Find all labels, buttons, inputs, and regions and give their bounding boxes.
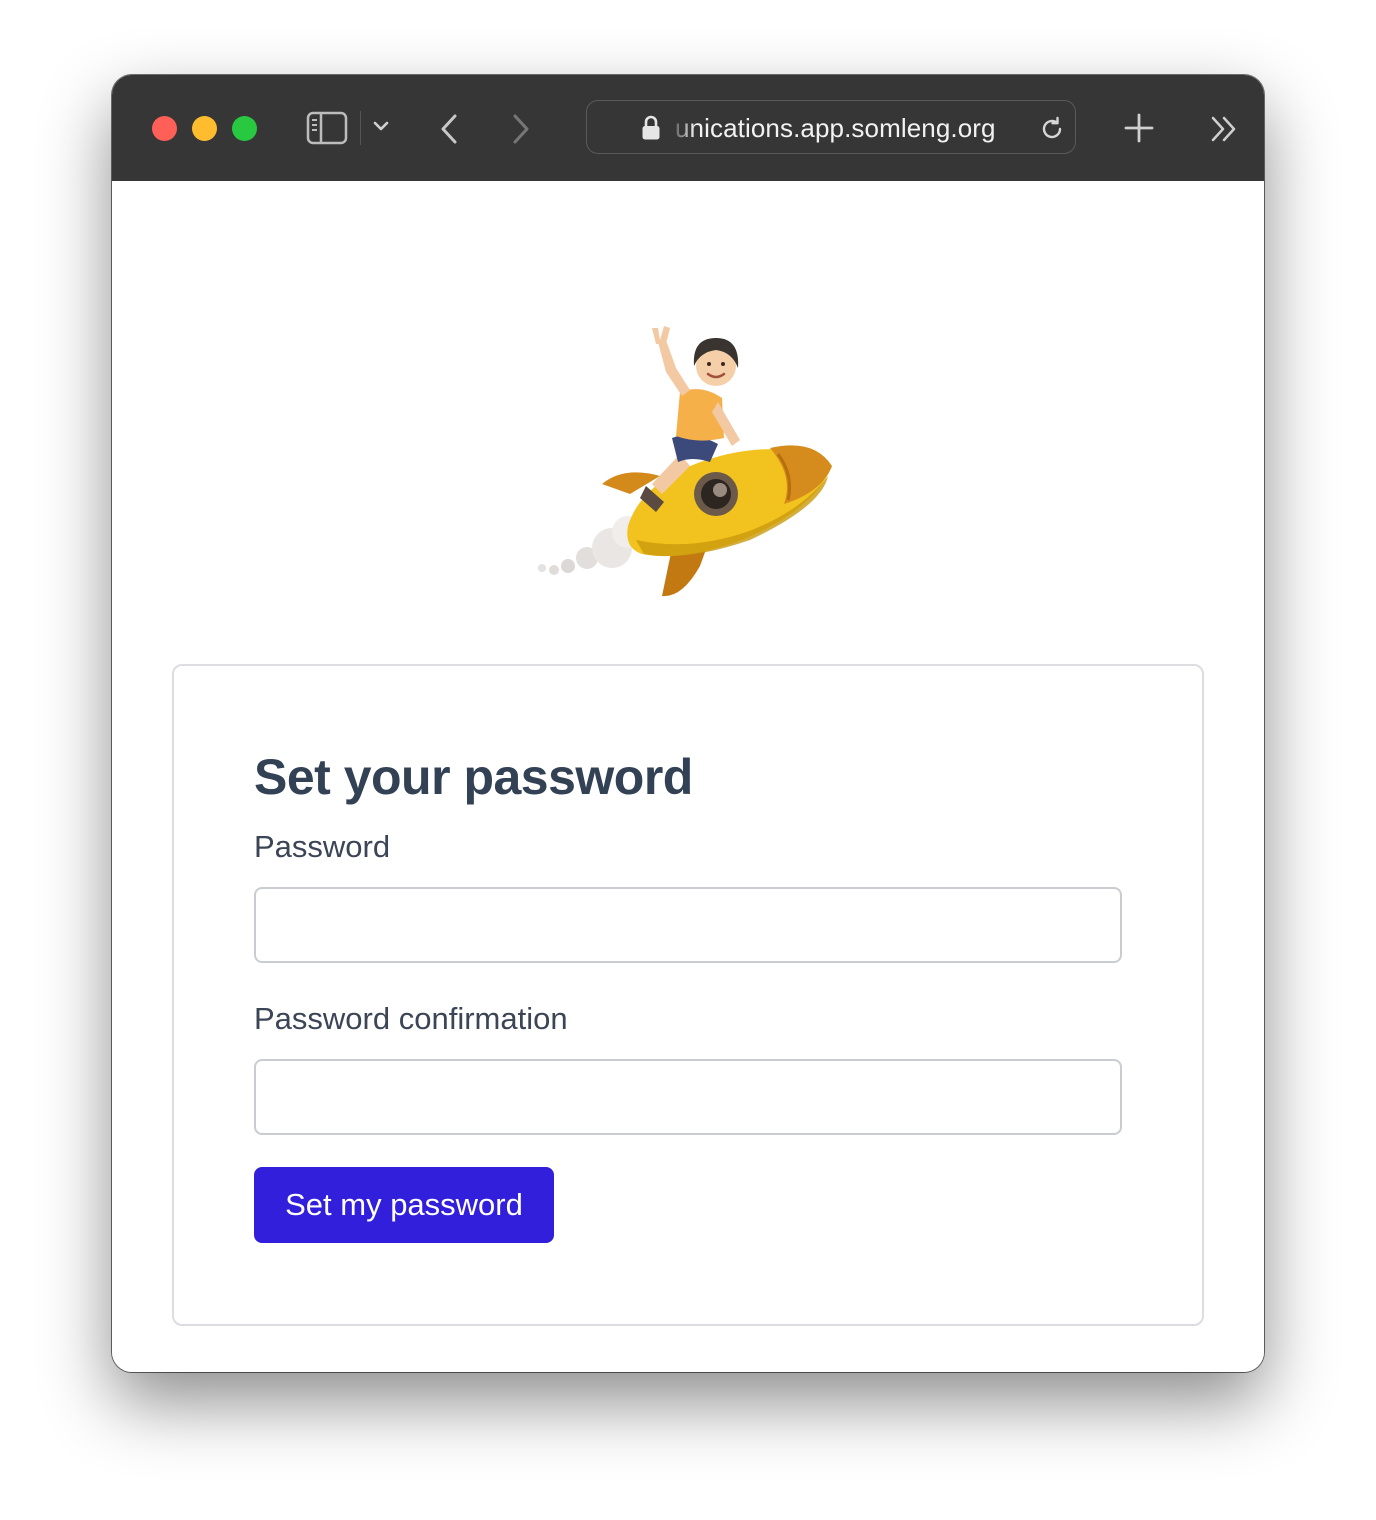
password-label: Password (254, 829, 391, 864)
zoom-window-icon[interactable] (232, 116, 257, 141)
address-bar[interactable]: unications.app.somleng.org (586, 100, 1076, 154)
chevron-down-icon[interactable] (372, 119, 390, 133)
chevron-left-icon[interactable] (438, 113, 460, 145)
page-content: Set your password Password Password conf… (112, 181, 1264, 1372)
password-form-card: Set your password Password Password conf… (172, 664, 1204, 1326)
url-fade (669, 109, 695, 147)
set-password-button[interactable]: Set my password (254, 1167, 554, 1243)
password-confirmation-field[interactable] (254, 1059, 1122, 1135)
url-text[interactable]: unications.app.somleng.org (675, 113, 996, 144)
browser-toolbar: unications.app.somleng.org (112, 75, 1264, 182)
close-window-icon[interactable] (152, 116, 177, 141)
toolbar-divider (360, 111, 361, 145)
plus-icon[interactable] (1124, 113, 1154, 143)
sidebar-icon[interactable] (306, 111, 348, 145)
minimize-window-icon[interactable] (192, 116, 217, 141)
chevron-right-icon[interactable] (510, 113, 532, 145)
reload-icon[interactable] (1039, 116, 1065, 142)
page-title: Set your password (254, 749, 693, 805)
double-chevron-right-icon[interactable] (1210, 115, 1238, 143)
rocket-rider-illustration (538, 326, 832, 597)
password-confirmation-label: Password confirmation (254, 1001, 568, 1036)
lock-icon (642, 115, 660, 140)
password-field[interactable] (254, 887, 1122, 963)
browser-window: unications.app.somleng.org Set your pass… (112, 75, 1264, 1372)
